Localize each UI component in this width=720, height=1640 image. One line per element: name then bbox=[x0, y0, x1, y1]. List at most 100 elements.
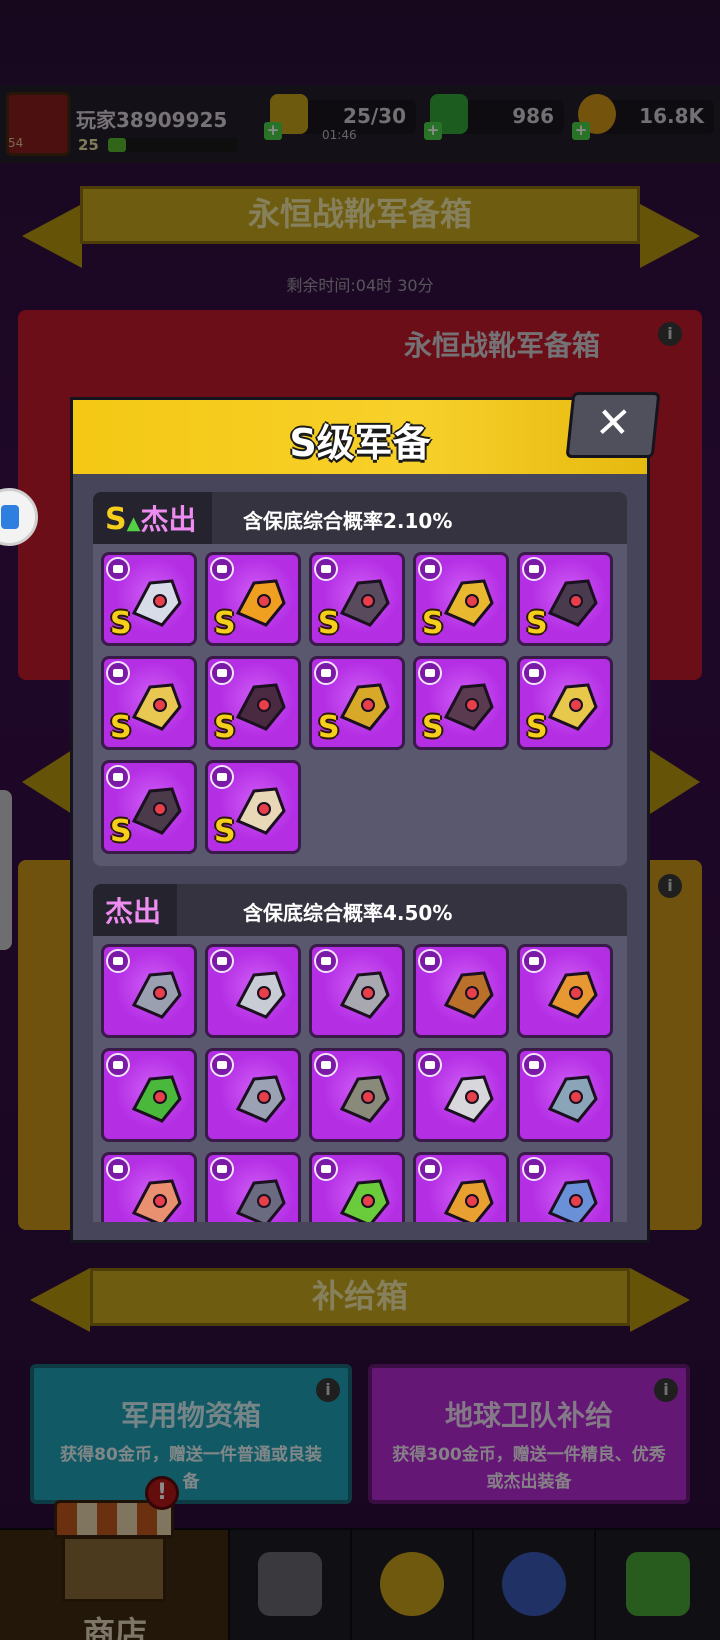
gear-item[interactable] bbox=[517, 1152, 613, 1222]
gear-item[interactable] bbox=[413, 1152, 509, 1222]
tier-label: 杰出 bbox=[140, 503, 197, 536]
weapon-slot-icon bbox=[522, 949, 546, 973]
flame-sword-icon bbox=[230, 573, 290, 631]
glove-slot-icon bbox=[522, 661, 546, 685]
s-rank-badge: S bbox=[110, 606, 132, 641]
dark-glove-icon bbox=[438, 677, 498, 735]
gear-item[interactable]: S bbox=[517, 656, 613, 750]
gear-item[interactable]: S bbox=[101, 656, 197, 750]
gear-item[interactable] bbox=[101, 944, 197, 1038]
s-rank-badge: S bbox=[318, 606, 340, 641]
stone-armor-icon bbox=[334, 1069, 394, 1127]
belt-slot-icon bbox=[314, 661, 338, 685]
pendant-icon bbox=[438, 1173, 498, 1222]
tier-section-s: S▲杰出 含保底综合概率2.10% SSSSSSSSSSSS bbox=[93, 492, 627, 866]
gear-item[interactable] bbox=[517, 1048, 613, 1142]
armor-slot-icon bbox=[210, 1053, 234, 1077]
tier-s-mark: S bbox=[105, 502, 127, 537]
ring-slot-icon bbox=[314, 1157, 338, 1181]
belt-slot-icon bbox=[210, 661, 234, 685]
tier-tab: 杰出 bbox=[93, 884, 178, 936]
gear-item[interactable]: S bbox=[309, 656, 405, 750]
necklace-slot-icon bbox=[210, 1157, 234, 1181]
drill-icon bbox=[542, 965, 602, 1023]
s-rank-badge: S bbox=[318, 710, 340, 745]
chain-necklace-icon bbox=[542, 573, 602, 631]
boots-slot-icon bbox=[210, 765, 234, 789]
gear-item[interactable] bbox=[309, 1152, 405, 1222]
leaf-vest-icon bbox=[126, 1069, 186, 1127]
necklace-slot-icon bbox=[522, 1157, 546, 1181]
gear-item[interactable]: S bbox=[101, 760, 197, 854]
armor-slot-icon bbox=[522, 1053, 546, 1077]
gear-item[interactable]: S bbox=[517, 552, 613, 646]
tier-header: 杰出 含保底综合概率4.50% bbox=[93, 884, 627, 936]
gear-item[interactable] bbox=[517, 944, 613, 1038]
weapon-slot-icon bbox=[210, 557, 234, 581]
tier-rate: 含保底综合概率2.10% bbox=[243, 509, 453, 533]
gauntlet-cannon-icon bbox=[126, 573, 186, 631]
gear-item[interactable]: S bbox=[413, 552, 509, 646]
close-button[interactable]: ✕ bbox=[565, 392, 661, 458]
gear-item[interactable] bbox=[413, 944, 509, 1038]
ring-slot-icon bbox=[106, 661, 130, 685]
s-rank-badge: S bbox=[526, 606, 548, 641]
necklace-slot-icon bbox=[522, 557, 546, 581]
tier-label: 杰出 bbox=[105, 895, 162, 928]
armor-slot-icon bbox=[314, 1053, 338, 1077]
gear-item[interactable]: S bbox=[309, 552, 405, 646]
s-rank-badge: S bbox=[422, 606, 444, 641]
gear-item[interactable]: S bbox=[205, 760, 301, 854]
shotgun-icon bbox=[438, 965, 498, 1023]
spike-collar-icon bbox=[230, 1173, 290, 1222]
weapon-slot-icon bbox=[210, 949, 234, 973]
s-rank-badge: S bbox=[110, 814, 132, 849]
gear-item[interactable] bbox=[413, 1048, 509, 1142]
gear-item[interactable]: S bbox=[205, 656, 301, 750]
mech-belt-icon bbox=[334, 677, 394, 735]
weapon-slot-icon bbox=[106, 949, 130, 973]
gear-item[interactable]: S bbox=[413, 656, 509, 750]
steel-armor-icon bbox=[230, 1069, 290, 1127]
weapon-slot-icon bbox=[418, 949, 442, 973]
tier-header: S▲杰出 含保底综合概率2.10% bbox=[93, 492, 627, 544]
modal-scroll-area[interactable]: S▲杰出 含保底综合概率2.10% SSSSSSSSSSSS 杰出 含保底综合概… bbox=[93, 492, 627, 1222]
badge-necklace-icon bbox=[542, 1173, 602, 1222]
gear-item[interactable] bbox=[101, 1048, 197, 1142]
gear-item[interactable] bbox=[205, 1048, 301, 1142]
armor-slot-icon bbox=[314, 557, 338, 581]
kunai-icon bbox=[126, 965, 186, 1023]
armor-slot-icon bbox=[418, 557, 442, 581]
glove-slot-icon bbox=[418, 661, 442, 685]
revolver-icon bbox=[334, 965, 394, 1023]
s-rank-badge: S bbox=[214, 606, 236, 641]
star-ring-icon bbox=[126, 677, 186, 735]
gear-item[interactable] bbox=[309, 944, 405, 1038]
gear-item[interactable]: S bbox=[205, 552, 301, 646]
katana-icon bbox=[230, 965, 290, 1023]
dark-armor-icon bbox=[334, 573, 394, 631]
gear-item[interactable] bbox=[205, 1152, 301, 1222]
modal-header: S级军备 bbox=[73, 400, 647, 474]
s-rank-badge: S bbox=[214, 814, 236, 849]
gear-item[interactable] bbox=[205, 944, 301, 1038]
modal-title: S级军备 bbox=[289, 421, 431, 465]
necklace-slot-icon bbox=[106, 1157, 130, 1181]
s-rank-badge: S bbox=[214, 710, 236, 745]
tier-rate: 含保底综合概率4.50% bbox=[243, 901, 453, 925]
gear-item[interactable] bbox=[101, 1152, 197, 1222]
armor-slot-icon bbox=[106, 1053, 130, 1077]
gold-glove-icon bbox=[542, 677, 602, 735]
s-rank-badge: S bbox=[422, 710, 444, 745]
weapon-slot-icon bbox=[106, 557, 130, 581]
gear-item[interactable]: S bbox=[101, 552, 197, 646]
armor-slot-icon bbox=[418, 1053, 442, 1077]
s-rank-badge: S bbox=[110, 710, 132, 745]
gear-item[interactable] bbox=[309, 1048, 405, 1142]
police-vest-icon bbox=[542, 1069, 602, 1127]
dark-belt-icon bbox=[230, 677, 290, 735]
emerald-ring-icon bbox=[334, 1173, 394, 1222]
tier-tab: S▲杰出 bbox=[93, 492, 213, 544]
boots-slot-icon bbox=[106, 765, 130, 789]
chat-icon bbox=[1, 505, 19, 529]
